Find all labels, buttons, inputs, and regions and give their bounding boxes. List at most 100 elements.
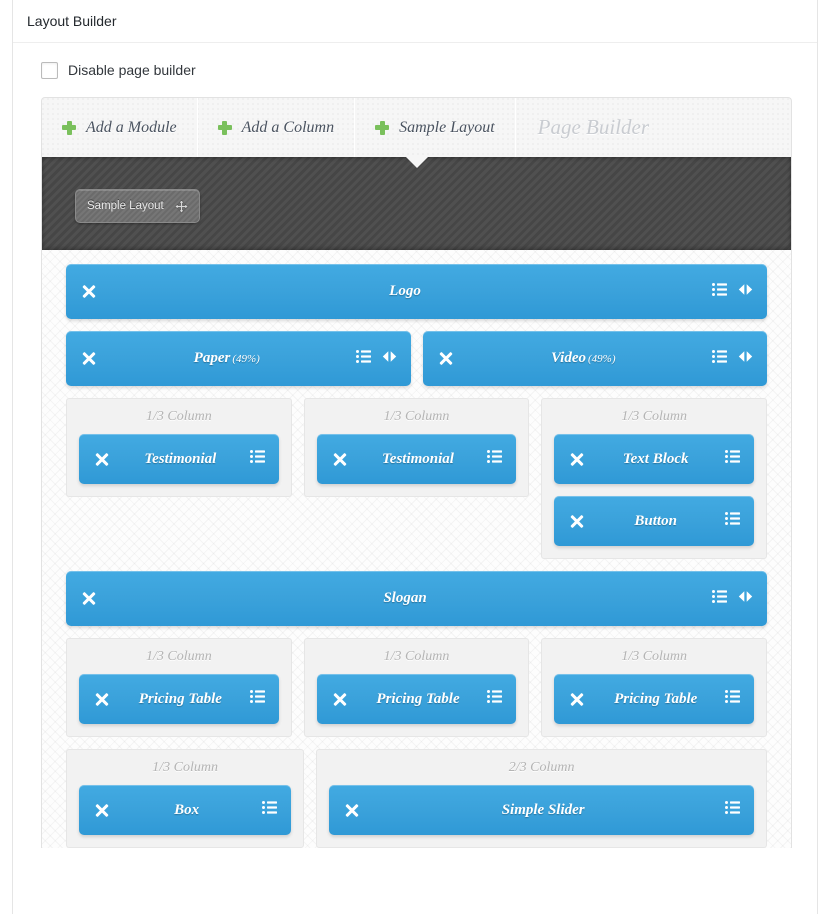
- column-one-third[interactable]: 1/3 Column Testimonial: [303, 398, 530, 497]
- close-icon[interactable]: [568, 450, 586, 468]
- settings-list-icon[interactable]: [262, 801, 278, 819]
- tab-label: Add a Module: [86, 118, 177, 136]
- module-title: Pricing Table: [614, 690, 698, 707]
- module-title: Pricing Table: [376, 690, 460, 707]
- module-actions: [712, 282, 753, 301]
- settings-list-icon[interactable]: [487, 450, 503, 468]
- column-label: 1/3 Column: [621, 409, 688, 424]
- resize-horizontal-icon[interactable]: [738, 283, 753, 301]
- close-icon[interactable]: [93, 801, 111, 819]
- settings-list-icon[interactable]: [712, 349, 727, 368]
- column-one-third[interactable]: 1/3 Column Pricing Table: [541, 638, 768, 737]
- module-title: Pricing Table: [138, 690, 222, 707]
- module-box[interactable]: Box: [79, 785, 292, 835]
- settings-list-icon[interactable]: [355, 349, 371, 368]
- module-pricing-table[interactable]: Pricing Table: [79, 674, 279, 724]
- module-button[interactable]: Button: [554, 496, 755, 546]
- close-icon[interactable]: [437, 350, 455, 368]
- settings-list-icon[interactable]: [249, 450, 265, 468]
- column-one-third[interactable]: 1/3 Column Pricing Table: [66, 638, 292, 737]
- plus-icon: [217, 120, 232, 135]
- settings-list-icon[interactable]: [487, 690, 503, 708]
- settings-list-icon[interactable]: [712, 282, 727, 301]
- tab-label: Add a Column: [241, 118, 335, 136]
- module-actions: [487, 450, 503, 468]
- canvas-row: 1/3 Column Testimonial 1/3 Column Testim…: [66, 398, 768, 559]
- close-icon[interactable]: [568, 690, 586, 708]
- row-notch-indicator: [405, 157, 428, 168]
- column-one-third[interactable]: 1/3 Column Text Block Button: [541, 398, 768, 559]
- settings-list-icon[interactable]: [249, 690, 265, 708]
- tab-add-a-module[interactable]: Add a Module: [42, 98, 198, 157]
- close-icon[interactable]: [93, 450, 111, 468]
- canvas-row: Logo: [66, 264, 767, 319]
- module-title: Logo: [389, 283, 421, 299]
- module-testimonial[interactable]: Testimonial: [79, 434, 279, 484]
- builder-canvas: Logo Paper (49%) Video (49%) 1/3 Column …: [42, 250, 791, 848]
- close-icon[interactable]: [343, 801, 361, 819]
- tab-sample-layout[interactable]: Sample Layout: [355, 98, 516, 157]
- row-drag-handle[interactable]: Sample Layout: [75, 189, 200, 223]
- module-title: Video (49%): [550, 350, 616, 366]
- module-title: Box: [174, 801, 200, 818]
- column-label: 1/3 Column: [152, 760, 219, 775]
- module-pricing-table[interactable]: Pricing Table: [316, 674, 517, 724]
- tab-add-a-column[interactable]: Add a Column: [198, 98, 356, 157]
- layout-builder-metabox: Layout Builder Disable page builder Add …: [12, 0, 818, 914]
- module-paper[interactable]: Paper (49%): [66, 331, 411, 386]
- page-title: Layout Builder: [13, 0, 817, 43]
- row-header[interactable]: Sample Layout: [42, 157, 791, 250]
- close-icon[interactable]: [568, 512, 586, 530]
- close-icon[interactable]: [93, 690, 111, 708]
- module-title: Testimonial: [144, 450, 217, 467]
- settings-list-icon[interactable]: [725, 690, 741, 708]
- builder-toolbar: Add a Module Add a Column Sample Layout …: [42, 98, 791, 157]
- settings-list-icon[interactable]: [712, 589, 727, 608]
- canvas-row: Slogan: [66, 571, 767, 626]
- resize-horizontal-icon[interactable]: [738, 350, 753, 368]
- module-simple-slider[interactable]: Simple Slider: [329, 785, 754, 835]
- settings-list-icon[interactable]: [725, 450, 741, 468]
- resize-horizontal-icon[interactable]: [738, 590, 753, 608]
- column-one-third[interactable]: 1/3 Column Box: [66, 749, 305, 848]
- disable-page-builder-checkbox[interactable]: [41, 61, 58, 79]
- column-label: 2/3 Column: [508, 760, 575, 775]
- module-text-block[interactable]: Text Block: [554, 434, 755, 484]
- module-actions: [487, 690, 503, 708]
- settings-list-icon[interactable]: [725, 801, 740, 819]
- close-icon[interactable]: [331, 690, 349, 708]
- disable-page-builder-label: Disable page builder: [68, 62, 196, 78]
- module-actions: [725, 450, 741, 468]
- canvas-row: Paper (49%) Video (49%): [66, 331, 767, 386]
- column-one-third[interactable]: 1/3 Column Testimonial: [66, 398, 292, 497]
- close-icon[interactable]: [80, 590, 98, 608]
- module-video[interactable]: Video (49%): [422, 331, 767, 386]
- module-title: Paper (49%): [193, 350, 260, 366]
- module-actions: [249, 690, 265, 708]
- plus-icon: [375, 120, 390, 135]
- close-icon[interactable]: [80, 283, 98, 301]
- column-one-third[interactable]: 1/3 Column Pricing Table: [303, 638, 530, 737]
- module-actions: [725, 690, 741, 708]
- module-pricing-table[interactable]: Pricing Table: [554, 674, 755, 724]
- close-icon[interactable]: [331, 450, 349, 468]
- column-two-thirds[interactable]: 2/3 Column Simple Slider: [316, 749, 767, 848]
- column-label: 1/3 Column: [383, 649, 450, 664]
- page-builder: Add a Module Add a Column Sample Layout …: [41, 97, 792, 848]
- module-title: Testimonial: [382, 450, 454, 467]
- column-label: 1/3 Column: [383, 409, 450, 424]
- resize-horizontal-icon[interactable]: [382, 350, 397, 368]
- canvas-row: 1/3 Column Box 2/3 Column Simple Slider: [66, 749, 767, 848]
- module-logo[interactable]: Logo: [66, 264, 767, 319]
- module-actions: [262, 801, 278, 819]
- module-actions: [712, 589, 753, 608]
- close-icon[interactable]: [80, 350, 98, 368]
- tab-label: Sample Layout: [399, 118, 495, 136]
- settings-list-icon[interactable]: [725, 512, 741, 530]
- module-slogan[interactable]: Slogan: [66, 571, 767, 626]
- column-label: 1/3 Column: [145, 649, 212, 664]
- module-title: Button: [634, 512, 677, 529]
- canvas-row: 1/3 Column Pricing Table 1/3 Column Pric…: [66, 638, 768, 737]
- module-testimonial[interactable]: Testimonial: [316, 434, 517, 484]
- column-label: 1/3 Column: [621, 649, 688, 664]
